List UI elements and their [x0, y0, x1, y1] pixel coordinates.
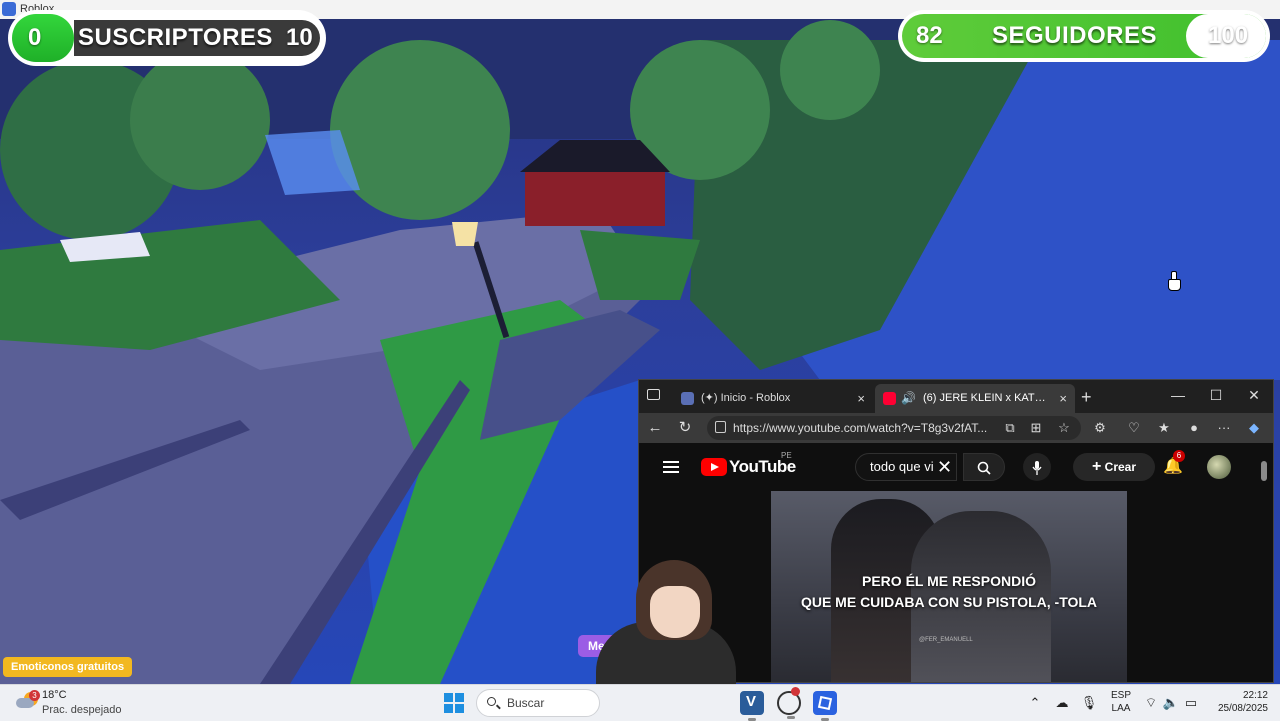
url-text: https://www.youtube.com/watch?v=T8g3v2fA… [733, 421, 988, 435]
subscribers-current: 0 [28, 24, 42, 51]
subscribers-label: SUSCRIPTORES [78, 24, 273, 51]
volume-icon[interactable]: 🔈 [1162, 685, 1180, 721]
keyboard-layout: LAA [1111, 703, 1131, 714]
free-emotes-button[interactable]: Emoticonos gratuitos [3, 657, 133, 677]
hamburger-menu-icon[interactable] [663, 461, 679, 473]
back-button[interactable]: ← [641, 413, 669, 443]
clear-search-icon[interactable]: ✕ [937, 453, 952, 481]
tab-title: (✦) Inicio - Roblox [701, 392, 791, 404]
followers-current: 82 [916, 22, 943, 49]
onedrive-cloud-icon[interactable]: ☁ [1052, 685, 1072, 721]
date: 25/08/2025 [1217, 703, 1268, 714]
windows-taskbar: 3 18°C Prac. despejado Buscar V ⌃ ☁ 🎙 ES… [0, 684, 1280, 721]
favorites-icon[interactable]: ★ [1151, 413, 1177, 443]
video-watermark: @FER_EMANUELL [919, 637, 973, 643]
youtube-play-icon [701, 458, 727, 476]
hand-cursor-icon [1166, 271, 1181, 291]
temperature[interactable]: 18°C [42, 689, 67, 701]
video-player[interactable]: PERO ÉL ME RESPONDIÓ QUE ME CUIDABA CON … [771, 491, 1127, 682]
clock[interactable]: 22:12 25/08/2025 [1208, 689, 1268, 715]
search-button[interactable] [963, 453, 1005, 481]
microphone-tray-icon[interactable]: 🎙 [1080, 685, 1098, 721]
close-tab-icon[interactable]: × [857, 384, 865, 413]
close-window-button[interactable]: ✕ [1235, 380, 1273, 413]
plus-icon: + [1091, 458, 1102, 475]
youtube-favicon-icon [883, 392, 896, 405]
wifi-icon[interactable]: ⌔ [1142, 685, 1160, 721]
subtitle-line: QUE ME CUIDABA CON SU PISTOLA, -TOLA [800, 594, 1098, 610]
vs-code-app-icon[interactable]: V [740, 691, 764, 721]
microphone-icon [1032, 460, 1042, 475]
show-hidden-icons-chevron-icon[interactable]: ⌃ [1026, 685, 1044, 721]
weather-icon[interactable]: 3 [16, 690, 40, 712]
notification-count-badge: 6 [1173, 450, 1185, 462]
followers-counter: 82 SEGUIDORES 100 [898, 10, 1270, 62]
weather-condition[interactable]: Prac. despejado [42, 704, 122, 716]
create-label: Crear [1104, 460, 1137, 474]
language-code: ESP [1110, 690, 1131, 701]
youtube-logo-text: YouTube [729, 457, 796, 476]
roblox-app-icon[interactable] [813, 691, 837, 721]
tab-strip: (✦) Inicio - Roblox × 🔊 (6) JERE KLEIN x… [639, 380, 1273, 413]
extensions-icon[interactable]: ⚙ [1087, 413, 1113, 443]
subtitle-line: PERO ÉL ME RESPONDIÓ [862, 573, 1036, 589]
scrollbar-thumb[interactable] [1261, 461, 1267, 481]
browser-essentials-icon[interactable]: ♡ [1121, 413, 1147, 443]
account-avatar[interactable] [1207, 455, 1231, 479]
start-button[interactable] [444, 693, 464, 713]
favorite-star-icon[interactable]: ☆ [1051, 413, 1077, 443]
weather-alert-badge: 3 [29, 690, 40, 701]
followers-label: SEGUIDORES [992, 22, 1158, 49]
streamer-avatar-overlay [596, 560, 736, 692]
minimize-button[interactable]: — [1159, 380, 1197, 413]
roblox-favicon-icon [681, 392, 694, 405]
profile-icon[interactable]: ● [1181, 413, 1207, 443]
time: 22:12 [1242, 690, 1268, 701]
create-button[interactable]: + Crear [1073, 453, 1155, 481]
subscribers-current-pill [12, 14, 74, 62]
read-aloud-icon[interactable]: ⧉ [997, 413, 1023, 443]
maximize-button[interactable]: ☐ [1197, 380, 1235, 413]
search-placeholder: Buscar [507, 696, 545, 710]
voice-search-button[interactable] [1023, 453, 1051, 481]
obs-app-icon[interactable] [777, 687, 801, 719]
reload-button[interactable]: ↻ [671, 413, 699, 443]
subscribers-goal: 10 [286, 24, 313, 51]
subscribers-counter: 0 SUSCRIPTORES 10 [8, 10, 326, 66]
site-info-icon[interactable] [715, 421, 726, 433]
notifications-button[interactable]: 🔔 6 [1159, 450, 1187, 481]
search-icon [977, 461, 991, 475]
followers-goal: 100 [1208, 22, 1249, 49]
region-code: PE [781, 451, 792, 460]
tab-roblox[interactable]: (✦) Inicio - Roblox × [673, 384, 873, 413]
input-language[interactable]: ESP LAA [1108, 689, 1134, 715]
taskbar-search[interactable]: Buscar [476, 689, 600, 717]
battery-icon[interactable]: ▭ [1182, 685, 1200, 721]
search-icon [487, 697, 496, 706]
speaker-icon[interactable]: 🔊 [901, 384, 916, 413]
copilot-icon[interactable]: ◆ [1241, 413, 1267, 443]
new-tab-button[interactable]: + [1081, 382, 1092, 412]
tab-actions-icon[interactable] [647, 389, 660, 400]
browser-toolbar: ← ↻ https://www.youtube.com/watch?v=T8g3… [639, 413, 1273, 443]
apps-icon[interactable]: ⊞ [1023, 413, 1049, 443]
tab-youtube[interactable]: 🔊 (6) JERE KLEIN x KATTEYES - × [875, 384, 1075, 413]
more-options-icon[interactable]: ··· [1211, 413, 1237, 443]
close-tab-icon[interactable]: × [1059, 384, 1067, 413]
youtube-header: YouTube PE todo que vi ✕ + Crear 🔔 6 [639, 443, 1273, 491]
tab-title: (6) JERE KLEIN x KATTEYES - [923, 392, 1049, 404]
